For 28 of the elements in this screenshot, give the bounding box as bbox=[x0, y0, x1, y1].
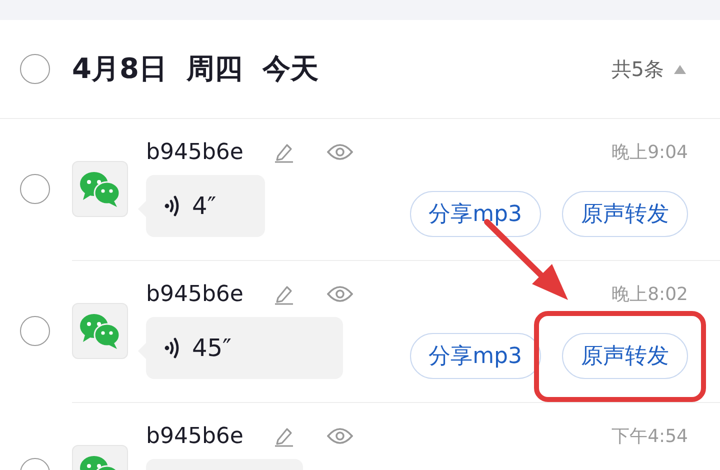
sender-name: b945b6e bbox=[146, 282, 244, 306]
forward-button[interactable]: 原声转发 bbox=[562, 333, 688, 379]
voice-duration: 4″ bbox=[192, 192, 216, 220]
eye-icon[interactable] bbox=[327, 285, 354, 303]
message-time: 晚上9:04 bbox=[612, 141, 688, 164]
pencil-icon[interactable] bbox=[273, 425, 296, 447]
select-circle[interactable] bbox=[20, 316, 50, 346]
message-time: 晚上8:02 bbox=[612, 283, 688, 306]
eye-icon[interactable] bbox=[327, 143, 354, 161]
select-circle[interactable] bbox=[20, 54, 50, 84]
chat-bubbles-icon bbox=[79, 312, 121, 350]
select-circle[interactable] bbox=[20, 174, 50, 204]
chat-bubbles-icon bbox=[79, 170, 121, 208]
voice-icon bbox=[164, 195, 180, 217]
pencil-icon[interactable] bbox=[273, 283, 296, 305]
share-mp3-button[interactable]: 分享mp3 bbox=[410, 191, 541, 237]
sender-name: b945b6e bbox=[146, 140, 244, 164]
voice-icon bbox=[164, 337, 180, 359]
sender-name: b945b6e bbox=[146, 424, 244, 448]
pencil-icon[interactable] bbox=[273, 141, 296, 163]
message-time: 下午4:54 bbox=[612, 425, 688, 448]
eye-icon[interactable] bbox=[327, 427, 354, 445]
message-count: 共5条 bbox=[611, 56, 664, 82]
date-heading: 4月8日 周四 今天 bbox=[72, 51, 318, 87]
share-mp3-button[interactable]: 分享mp3 bbox=[410, 333, 541, 379]
caret-icon[interactable] bbox=[674, 64, 686, 74]
voice-duration: 45″ bbox=[192, 334, 232, 362]
forward-button[interactable]: 原声转发 bbox=[562, 191, 688, 237]
